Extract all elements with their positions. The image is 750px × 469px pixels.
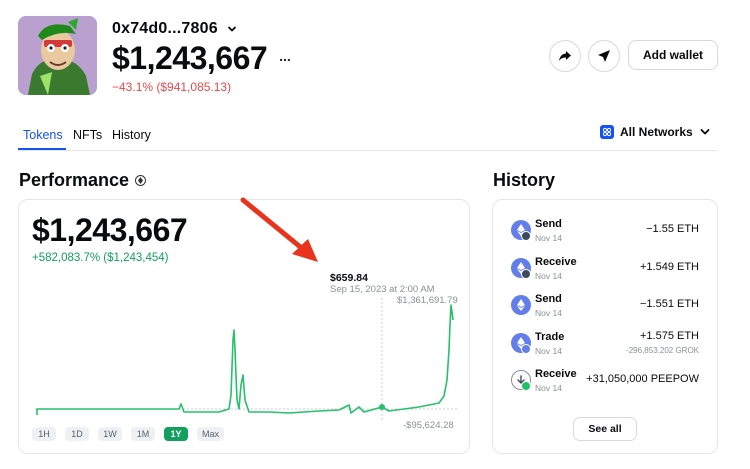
history-type: Receive <box>535 256 577 268</box>
history-card: Send Nov 14 −1.55 ETH Receive Nov 14 +1.… <box>492 199 718 454</box>
history-date: Nov 14 <box>535 346 562 356</box>
token-badge-icon <box>521 381 531 391</box>
history-type: Receive <box>535 368 577 380</box>
history-amount: −1.551 ETH <box>639 298 699 310</box>
history-amount: +31,050,000 PEEPOW <box>586 373 699 385</box>
history-item[interactable]: Send Nov 14 −1.551 ETH <box>511 293 699 323</box>
history-type: Send <box>535 293 562 305</box>
send-badge-icon <box>521 231 531 241</box>
history-date: Nov 14 <box>535 308 562 318</box>
history-date: Nov 14 <box>535 233 562 243</box>
receive-badge-icon <box>521 269 531 279</box>
history-item[interactable]: Send Nov 14 −1.55 ETH <box>511 218 699 248</box>
history-amount: +1.575 ETH <box>639 330 699 342</box>
history-sub-amount: -296,853.202 GROK <box>626 346 699 355</box>
ethereum-icon <box>511 295 531 315</box>
history-date: Nov 14 <box>535 383 562 393</box>
history-date: Nov 14 <box>535 271 562 281</box>
history-type: Send <box>535 218 562 230</box>
history-amount: +1.549 ETH <box>639 261 699 273</box>
history-item[interactable]: Trade Nov 14 +1.575 ETH -296,853.202 GRO… <box>511 330 699 361</box>
history-amount: −1.55 ETH <box>646 223 699 235</box>
history-item[interactable]: Receive Nov 14 +1.549 ETH <box>511 256 699 286</box>
trade-badge-icon <box>521 344 531 354</box>
history-type: Trade <box>535 331 565 343</box>
history-item[interactable]: Receive Nov 14 +31,050,000 PEEPOW <box>511 368 699 398</box>
see-all-button[interactable]: See all <box>573 417 637 441</box>
